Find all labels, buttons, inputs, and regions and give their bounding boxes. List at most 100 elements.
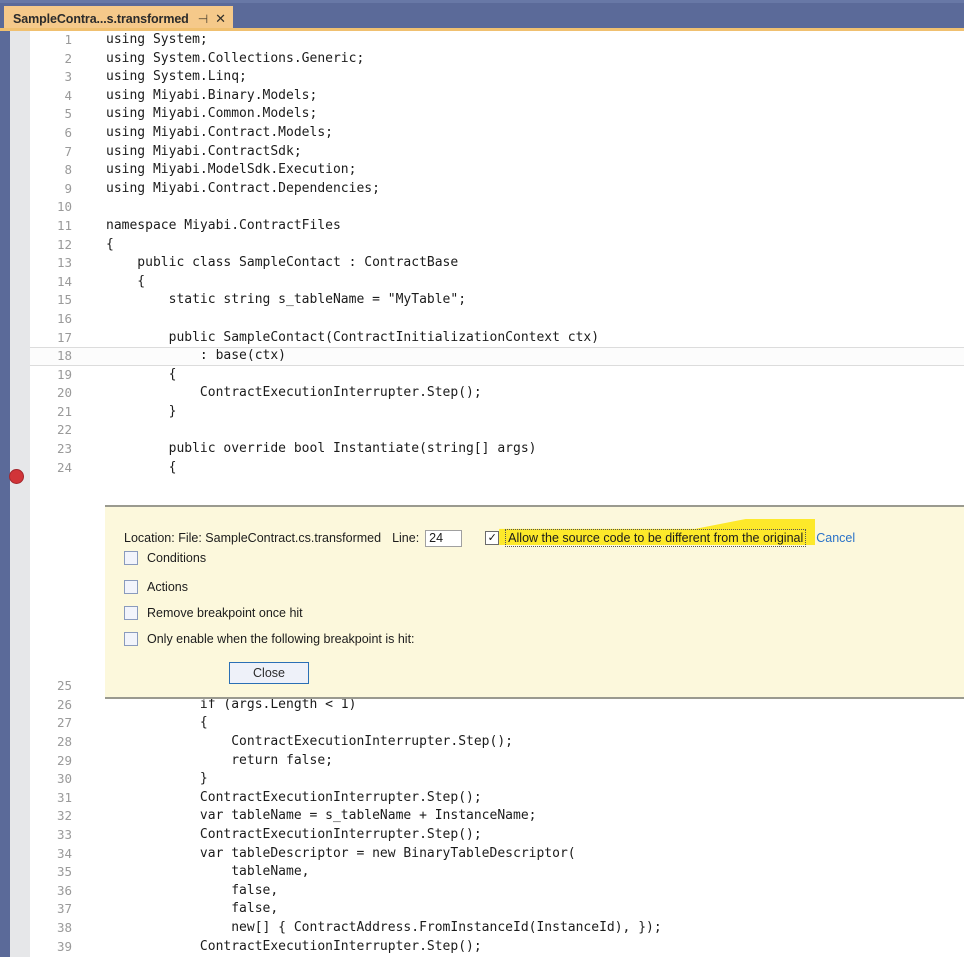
code-line[interactable]: 2 using System.Collections.Generic; bbox=[30, 50, 964, 69]
actions-label: Actions bbox=[147, 580, 188, 594]
code-line-text: using Miyabi.Contract.Models; bbox=[106, 124, 333, 140]
code-line-text: false, bbox=[106, 882, 279, 898]
code-line-text: ContractExecutionInterrupter.Step(); bbox=[106, 734, 513, 750]
remove-once-hit-label: Remove breakpoint once hit bbox=[147, 606, 303, 620]
code-line[interactable]: 8 using Miyabi.ModelSdk.Execution; bbox=[30, 161, 964, 180]
code-line[interactable]: 16 bbox=[30, 310, 964, 329]
option-row-actions[interactable]: Actions bbox=[124, 580, 188, 594]
line-number: 37 bbox=[56, 901, 72, 917]
code-line-text: static string s_tableName = "MyTable"; bbox=[106, 292, 467, 308]
code-line[interactable]: 23 public override bool Instantiate(stri… bbox=[30, 440, 964, 459]
code-line[interactable]: 34 var tableDescriptor = new BinaryTable… bbox=[30, 845, 964, 864]
allow-different-source-label[interactable]: Allow the source code to be different fr… bbox=[505, 529, 807, 547]
line-number: 32 bbox=[56, 808, 72, 824]
code-line[interactable]: 32 var tableName = s_tableName + Instanc… bbox=[30, 807, 964, 826]
code-line[interactable]: 10 bbox=[30, 198, 964, 217]
checkmark-icon: ✓ bbox=[487, 531, 497, 544]
code-line-text: { bbox=[106, 273, 146, 289]
breakpoint-marker-icon[interactable] bbox=[9, 469, 24, 484]
code-line-text: using System; bbox=[106, 32, 208, 47]
code-line[interactable]: 17 public SampleContact(ContractInitiali… bbox=[30, 329, 964, 348]
code-line[interactable]: 30 } bbox=[30, 770, 964, 789]
code-line-text: new[] { ContractAddress.FromInstanceId(I… bbox=[106, 919, 662, 935]
code-line[interactable]: 12 { bbox=[30, 236, 964, 255]
code-line[interactable]: 9 using Miyabi.Contract.Dependencies; bbox=[30, 180, 964, 199]
code-line-text: } bbox=[106, 403, 177, 419]
code-line[interactable]: 29 return false; bbox=[30, 752, 964, 771]
pin-icon[interactable]: ⊣ bbox=[198, 13, 208, 25]
code-line[interactable]: 4 using Miyabi.Binary.Models; bbox=[30, 87, 964, 106]
code-line[interactable]: 3 using System.Linq; bbox=[30, 68, 964, 87]
actions-checkbox[interactable] bbox=[124, 580, 138, 594]
code-line[interactable]: 19 { bbox=[30, 366, 964, 385]
code-line[interactable]: 13 public class SampleContact : Contract… bbox=[30, 254, 964, 273]
code-line[interactable]: 14 { bbox=[30, 273, 964, 292]
code-editor[interactable]: 1 using System; 2 using System.Collections.… bbox=[0, 31, 964, 957]
option-row-conditions[interactable]: Conditions bbox=[124, 551, 206, 565]
code-line[interactable]: 28 ContractExecutionInterrupter.Step(); bbox=[30, 733, 964, 752]
code-line-text: public SampleContact(ContractInitializat… bbox=[106, 329, 600, 345]
conditions-checkbox[interactable] bbox=[124, 551, 138, 565]
line-number: 12 bbox=[56, 236, 72, 252]
code-line[interactable]: 20 ContractExecutionInterrupter.Step(); bbox=[30, 384, 964, 403]
breakpoint-location-label: Location: File: SampleContract.cs.transf… bbox=[124, 531, 382, 545]
only-enable-when-label: Only enable when the following breakpoin… bbox=[147, 632, 415, 646]
code-line[interactable]: 36 false, bbox=[30, 882, 964, 901]
option-row-only-enable-when[interactable]: Only enable when the following breakpoin… bbox=[124, 632, 415, 646]
tab-label: SampleContra...s.transformed bbox=[13, 11, 189, 26]
code-line-text: ContractExecutionInterrupter.Step(); bbox=[106, 385, 482, 401]
close-icon[interactable]: ✕ bbox=[215, 12, 226, 25]
code-line-text: false, bbox=[106, 901, 279, 917]
editor-indicator-strip bbox=[0, 31, 10, 957]
allow-different-source-group[interactable]: ✓ Allow the source code to be different … bbox=[485, 519, 855, 548]
code-line[interactable]: 18 : base(ctx) bbox=[30, 347, 964, 366]
line-number: 11 bbox=[56, 217, 72, 233]
code-line-text: { bbox=[106, 459, 177, 475]
code-line[interactable]: 5 using Miyabi.Common.Models; bbox=[30, 105, 964, 124]
code-line[interactable]: 33 ContractExecutionInterrupter.Step(); bbox=[30, 826, 964, 845]
close-button[interactable]: Close bbox=[229, 662, 309, 684]
line-number-input[interactable] bbox=[425, 529, 463, 547]
code-line[interactable]: 21 } bbox=[30, 403, 964, 422]
line-number: 6 bbox=[64, 124, 72, 140]
code-block-lower: 25 ContractExecutionInterrupter.Step();2… bbox=[30, 677, 964, 957]
line-number: 23 bbox=[56, 441, 72, 457]
code-line[interactable]: 1 using System; bbox=[30, 31, 964, 50]
line-number: 20 bbox=[56, 385, 72, 401]
breakpoint-settings-panel[interactable]: Location: File: SampleContract.cs.transf… bbox=[105, 505, 964, 699]
code-line-text: using System.Collections.Generic; bbox=[106, 50, 365, 66]
code-line-text: ContractExecutionInterrupter.Step(); bbox=[106, 827, 482, 842]
code-line-text: namespace Miyabi.ContractFiles bbox=[106, 217, 341, 233]
cancel-link[interactable]: Cancel bbox=[816, 531, 855, 545]
code-line[interactable]: 24 { bbox=[30, 459, 964, 478]
code-line[interactable]: 37 false, bbox=[30, 900, 964, 919]
code-line[interactable]: 15 static string s_tableName = "MyTable"… bbox=[30, 291, 964, 310]
code-line[interactable]: 35 tableName, bbox=[30, 863, 964, 882]
line-number: 24 bbox=[56, 459, 72, 475]
code-content[interactable]: 1 using System; 2 using System.Collections.… bbox=[30, 31, 964, 957]
line-number: 7 bbox=[64, 143, 72, 159]
line-number: 17 bbox=[56, 329, 72, 345]
code-line[interactable]: 7 using Miyabi.ContractSdk; bbox=[30, 143, 964, 162]
line-number: 10 bbox=[56, 199, 72, 215]
code-line[interactable]: 38 new[] { ContractAddress.FromInstanceI… bbox=[30, 919, 964, 938]
line-number: 1 bbox=[64, 32, 72, 47]
code-line[interactable]: 22 bbox=[30, 421, 964, 440]
line-number: 33 bbox=[56, 827, 72, 842]
code-line[interactable]: 11 namespace Miyabi.ContractFiles bbox=[30, 217, 964, 236]
allow-different-source-checkbox[interactable]: ✓ bbox=[485, 531, 500, 545]
code-line[interactable]: 39 ContractExecutionInterrupter.Step(); bbox=[30, 938, 964, 957]
line-number: 4 bbox=[64, 87, 72, 103]
code-line[interactable]: 31 ContractExecutionInterrupter.Step(); bbox=[30, 789, 964, 808]
editor-tab-bar: SampleContra...s.transformed ⊣ ✕ bbox=[0, 0, 964, 31]
remove-once-hit-checkbox[interactable] bbox=[124, 606, 138, 620]
option-row-remove-once-hit[interactable]: Remove breakpoint once hit bbox=[124, 606, 303, 620]
code-line[interactable]: 27 { bbox=[30, 714, 964, 733]
only-enable-when-checkbox[interactable] bbox=[124, 632, 138, 646]
line-number: 36 bbox=[56, 882, 72, 898]
line-number: 22 bbox=[56, 422, 72, 438]
breakpoint-gutter[interactable] bbox=[10, 31, 30, 957]
line-number: 39 bbox=[56, 938, 72, 954]
code-line-text: { bbox=[106, 366, 177, 382]
code-line[interactable]: 6 using Miyabi.Contract.Models; bbox=[30, 124, 964, 143]
